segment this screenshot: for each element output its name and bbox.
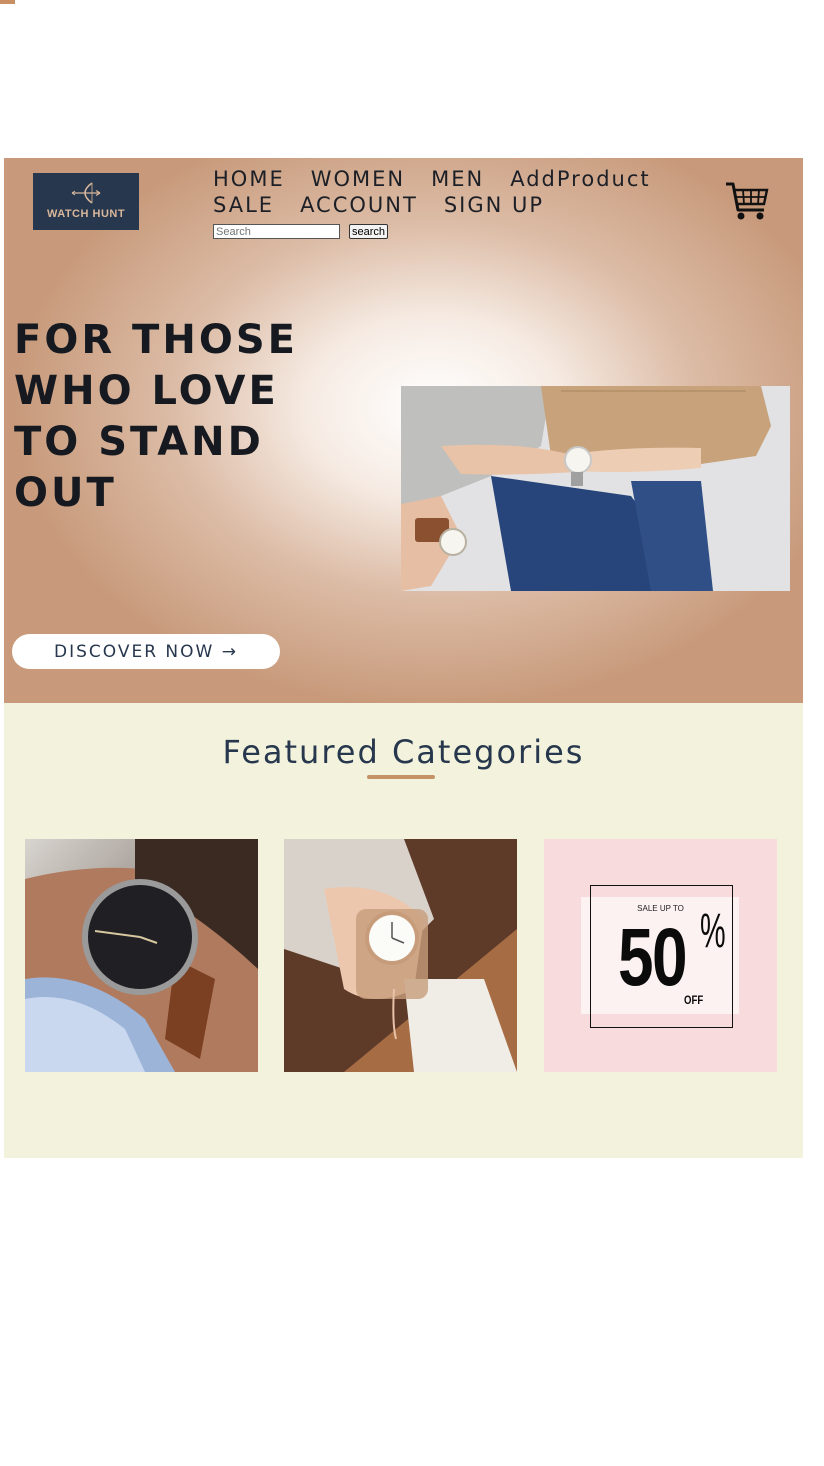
- womens-rose-gold-watch-photo[interactable]: [284, 839, 517, 1072]
- sale-banner[interactable]: SALE UP TO 50 % OFF: [544, 839, 777, 1072]
- search-bar: search: [213, 224, 713, 239]
- search-button[interactable]: search: [349, 224, 389, 239]
- nav-sign-up[interactable]: SIGN UP: [444, 192, 544, 218]
- sale-percent: %: [700, 905, 726, 958]
- sale-off: OFF: [684, 993, 704, 1007]
- logo[interactable]: WATCH HUNT: [33, 173, 139, 230]
- sale-amount: 50: [618, 912, 688, 1003]
- hero-headline: FOR THOSE WHO LOVE TO STAND OUT: [14, 317, 298, 516]
- title-underline: [367, 775, 435, 779]
- hero-section: WATCH HUNT HOME WOMEN MEN AddProduct SAL…: [4, 158, 803, 703]
- nav-add-product[interactable]: AddProduct: [510, 166, 650, 192]
- shopping-cart-icon[interactable]: [724, 180, 770, 222]
- mens-black-dial-watch-photo[interactable]: [25, 839, 258, 1072]
- bow-arrow-icon: [71, 182, 101, 204]
- nav-home[interactable]: HOME: [213, 166, 285, 192]
- section-title: Featured Categories: [222, 733, 585, 771]
- featured-categories-section: Featured Categories SALE UP TO 50 % OFF: [4, 703, 803, 1158]
- search-input[interactable]: [213, 224, 340, 239]
- nav-men[interactable]: MEN: [431, 166, 484, 192]
- main-nav: HOME WOMEN MEN AddProduct SALE ACCOUNT S…: [213, 166, 713, 239]
- nav-sale[interactable]: SALE: [213, 192, 274, 218]
- nav-women[interactable]: WOMEN: [311, 166, 405, 192]
- couple-wearing-watches-photo: [401, 386, 790, 591]
- nav-account[interactable]: ACCOUNT: [300, 192, 418, 218]
- logo-text: WATCH HUNT: [46, 208, 126, 220]
- corner-mark: [0, 0, 15, 4]
- discover-now-button[interactable]: DISCOVER NOW →: [12, 634, 280, 669]
- nav-row-1: HOME WOMEN MEN AddProduct: [213, 166, 713, 192]
- nav-row-2: SALE ACCOUNT SIGN UP: [213, 192, 713, 218]
